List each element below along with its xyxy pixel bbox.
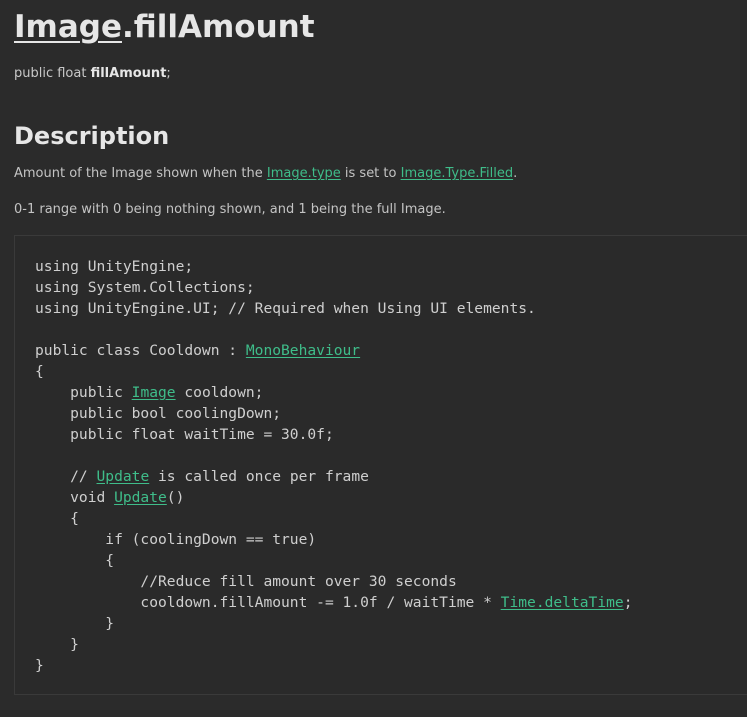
- member-signature: public float fillAmount;: [14, 64, 171, 84]
- code-text: is called once per frame: [149, 468, 369, 485]
- description-paragraph-2: 0-1 range with 0 being nothing shown, an…: [14, 202, 446, 217]
- code-line: void Update(): [35, 487, 632, 508]
- signature-suffix: ;: [166, 66, 171, 81]
- page-title: Image.fillAmount: [14, 7, 315, 47]
- code-line: {: [35, 510, 79, 527]
- desc-text: is set to: [340, 166, 401, 181]
- signature-prefix: public float: [14, 66, 91, 81]
- code-line: using UnityEngine;: [35, 258, 194, 275]
- code-line: public Image cooldown;: [35, 382, 632, 403]
- image-class-link[interactable]: Image: [132, 384, 176, 401]
- code-line: //Reduce fill amount over 30 seconds: [35, 573, 457, 590]
- code-line: using System.Collections;: [35, 279, 255, 296]
- code-line: }: [35, 657, 44, 674]
- code-line: using UnityEngine.UI; // Required when U…: [35, 300, 536, 317]
- image-type-link[interactable]: Image.type: [267, 166, 341, 181]
- code-line: public bool coolingDown;: [35, 405, 282, 422]
- code-example: using UnityEngine; using System.Collectio…: [14, 235, 747, 695]
- update-method-link[interactable]: Update: [114, 489, 167, 506]
- code-text: cooldown.fillAmount -= 1.0f / waitTime *: [35, 594, 501, 611]
- code-text: //: [35, 468, 97, 485]
- code-line: // Update is called once per frame: [35, 466, 632, 487]
- code-line: {: [35, 363, 44, 380]
- code-text: ;: [623, 594, 633, 611]
- code-text: public class Cooldown :: [35, 342, 246, 359]
- code-block: using UnityEngine; using System.Collectio…: [35, 256, 632, 676]
- update-comment-link[interactable]: Update: [97, 468, 150, 485]
- code-line: }: [35, 615, 115, 632]
- desc-text: Amount of the Image shown when the: [14, 166, 267, 181]
- code-text: (): [166, 489, 185, 506]
- code-text: cooldown;: [175, 384, 264, 401]
- time-deltatime-link[interactable]: Time.deltaTime: [501, 594, 624, 611]
- code-text: public: [35, 384, 132, 401]
- code-text: void: [35, 489, 115, 506]
- code-line: public float waitTime = 30.0f;: [35, 426, 334, 443]
- code-line: if (coolingDown == true): [35, 531, 317, 548]
- description-heading: Description: [14, 122, 170, 150]
- code-line: {: [35, 552, 115, 569]
- code-line: cooldown.fillAmount -= 1.0f / waitTime *…: [35, 592, 632, 613]
- title-class-link[interactable]: Image: [14, 9, 122, 45]
- code-line: public class Cooldown : MonoBehaviour: [35, 340, 632, 361]
- code-line: }: [35, 636, 79, 653]
- image-type-filled-link[interactable]: Image.Type.Filled: [401, 166, 513, 181]
- signature-name: fillAmount: [90, 66, 167, 81]
- description-paragraph-1: Amount of the Image shown when the Image…: [14, 164, 517, 184]
- monobehaviour-link[interactable]: MonoBehaviour: [246, 342, 360, 359]
- title-member: .fillAmount: [121, 9, 315, 45]
- desc-text: .: [513, 166, 518, 181]
